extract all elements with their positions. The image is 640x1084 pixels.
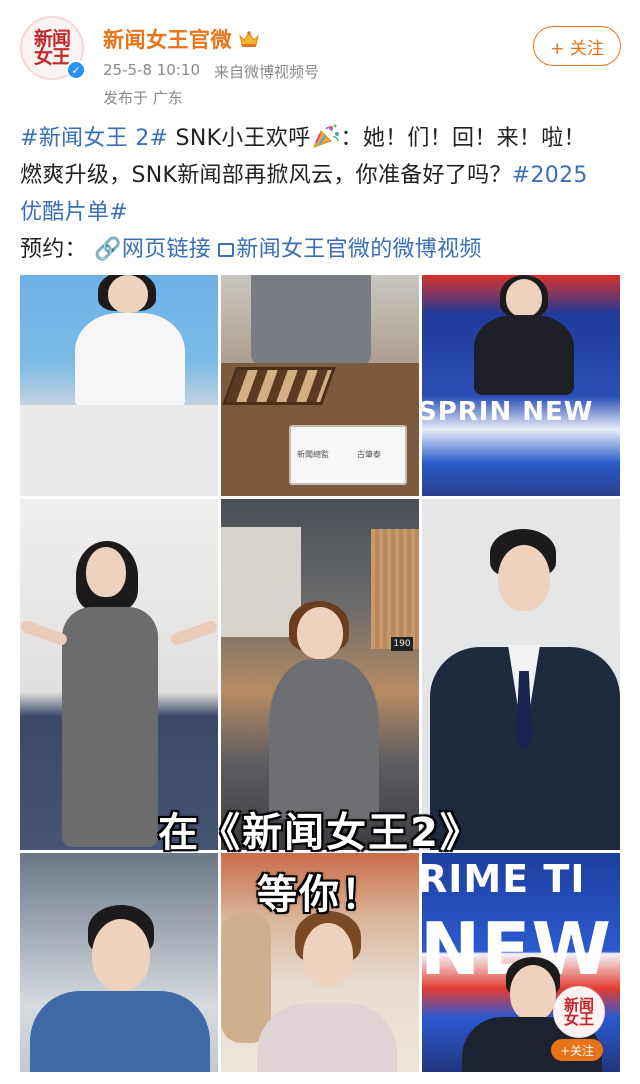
figure-head	[510, 965, 556, 1021]
video-link[interactable]: 新闻女王官微的微博视频	[218, 237, 481, 262]
web-link[interactable]: 🔗网页链接	[94, 237, 211, 262]
desk-clock: 190	[391, 637, 413, 651]
post-header: 新闻 女王 ✓ 新闻女王官微 25-5-8 10:10 来自微博视频号 发布于 …	[0, 0, 640, 120]
figure-head	[498, 545, 550, 611]
avatar-logo-text: 新闻 女王	[33, 28, 71, 68]
watermark-logo-text: 新闻 女王	[563, 996, 594, 1028]
window-blinds	[371, 529, 419, 649]
follow-button[interactable]: + 关注	[533, 26, 621, 66]
post-line-3: 优酷片单#	[20, 194, 620, 231]
post-text-2: 燃爽升级，SNK新闻部再掀风云，你准备好了吗？	[20, 163, 512, 188]
post-text-1-tail: ：她！们！回！来！啦！	[340, 126, 586, 151]
media-tile-6[interactable]	[422, 499, 620, 850]
tv-backdrop-text: SPRIN NEW	[422, 397, 594, 427]
account-name-row[interactable]: 新闻女王官微	[103, 24, 260, 54]
chess-board	[222, 367, 336, 405]
post-body: #新闻女王 2# SNK小王欢呼 ：她！们！回！来！啦！ 燃爽升级，SNK新闻部…	[20, 120, 620, 268]
video-overlay-title: 在《新闻女王2》	[158, 810, 482, 856]
figure-head	[92, 919, 150, 991]
post-location: 发布于 广东	[103, 89, 183, 107]
media-tile-5[interactable]: 190	[221, 499, 419, 850]
nameplate-title: 新聞總監	[297, 450, 329, 459]
video-overlay-subtitle: 等你！	[257, 872, 383, 918]
post-line-1: #新闻女王 2# SNK小王欢呼 ：她！们！回！来！啦！	[20, 120, 620, 157]
media-grid[interactable]: 新聞總監 古肇泰 SPRIN NEW 190 RIME TI NEW	[20, 275, 620, 1072]
party-popper-icon	[311, 123, 341, 149]
figure-body	[474, 315, 574, 395]
verified-badge-icon: ✓	[66, 60, 86, 80]
figure-arm-right	[169, 619, 218, 647]
nameplate-name: 古肇泰	[357, 450, 381, 459]
media-tile-1[interactable]	[20, 275, 218, 496]
desk-surface	[20, 405, 218, 496]
post-line-4: 预约： 🔗网页链接 新闻女王官微的微博视频	[20, 231, 620, 268]
video-icon	[218, 243, 235, 257]
media-tile-2[interactable]: 新聞總監 古肇泰	[221, 275, 419, 496]
figure-head	[303, 923, 353, 987]
post-meta: 25-5-8 10:10 来自微博视频号	[103, 61, 319, 82]
figure-head	[506, 279, 542, 317]
figure-head	[86, 547, 126, 597]
figure-body	[75, 313, 185, 408]
crown-icon	[238, 30, 260, 48]
avatar[interactable]: 新闻 女王 ✓	[20, 16, 86, 80]
topic-link-2025-part2[interactable]: 优酷片单#	[20, 200, 128, 225]
figure-arm-left	[20, 619, 69, 647]
figure-shirt	[30, 991, 210, 1072]
video-link-label[interactable]: 新闻女王官微的微博视频	[236, 237, 481, 262]
media-tile-4[interactable]	[20, 499, 218, 850]
reserve-label: 预约：	[20, 237, 87, 262]
account-name[interactable]: 新闻女王官微	[103, 24, 232, 54]
nameplate: 新聞總監 古肇泰	[289, 425, 407, 485]
figure-suit	[251, 275, 371, 365]
mirror	[221, 913, 271, 1043]
post-text-1: SNK小王欢呼	[168, 126, 311, 151]
watermark-logo[interactable]: 新闻 女王	[553, 986, 605, 1038]
topic-link-2025-part1[interactable]: #2025	[512, 163, 588, 188]
figure-suit	[257, 1003, 397, 1072]
watermark-follow-button[interactable]: +关注	[551, 1039, 603, 1061]
figure-suit	[269, 659, 379, 819]
post-line-2: 燃爽升级，SNK新闻部再掀风云，你准备好了吗？#2025	[20, 157, 620, 194]
figure-head	[297, 607, 343, 659]
post-source[interactable]: 来自微博视频号	[214, 61, 319, 82]
topic-link-news-queen-2[interactable]: #新闻女王 2#	[20, 126, 168, 151]
post-timestamp: 25-5-8 10:10	[103, 61, 200, 79]
media-tile-3[interactable]: SPRIN NEW	[422, 275, 620, 496]
figure-head	[108, 275, 148, 313]
